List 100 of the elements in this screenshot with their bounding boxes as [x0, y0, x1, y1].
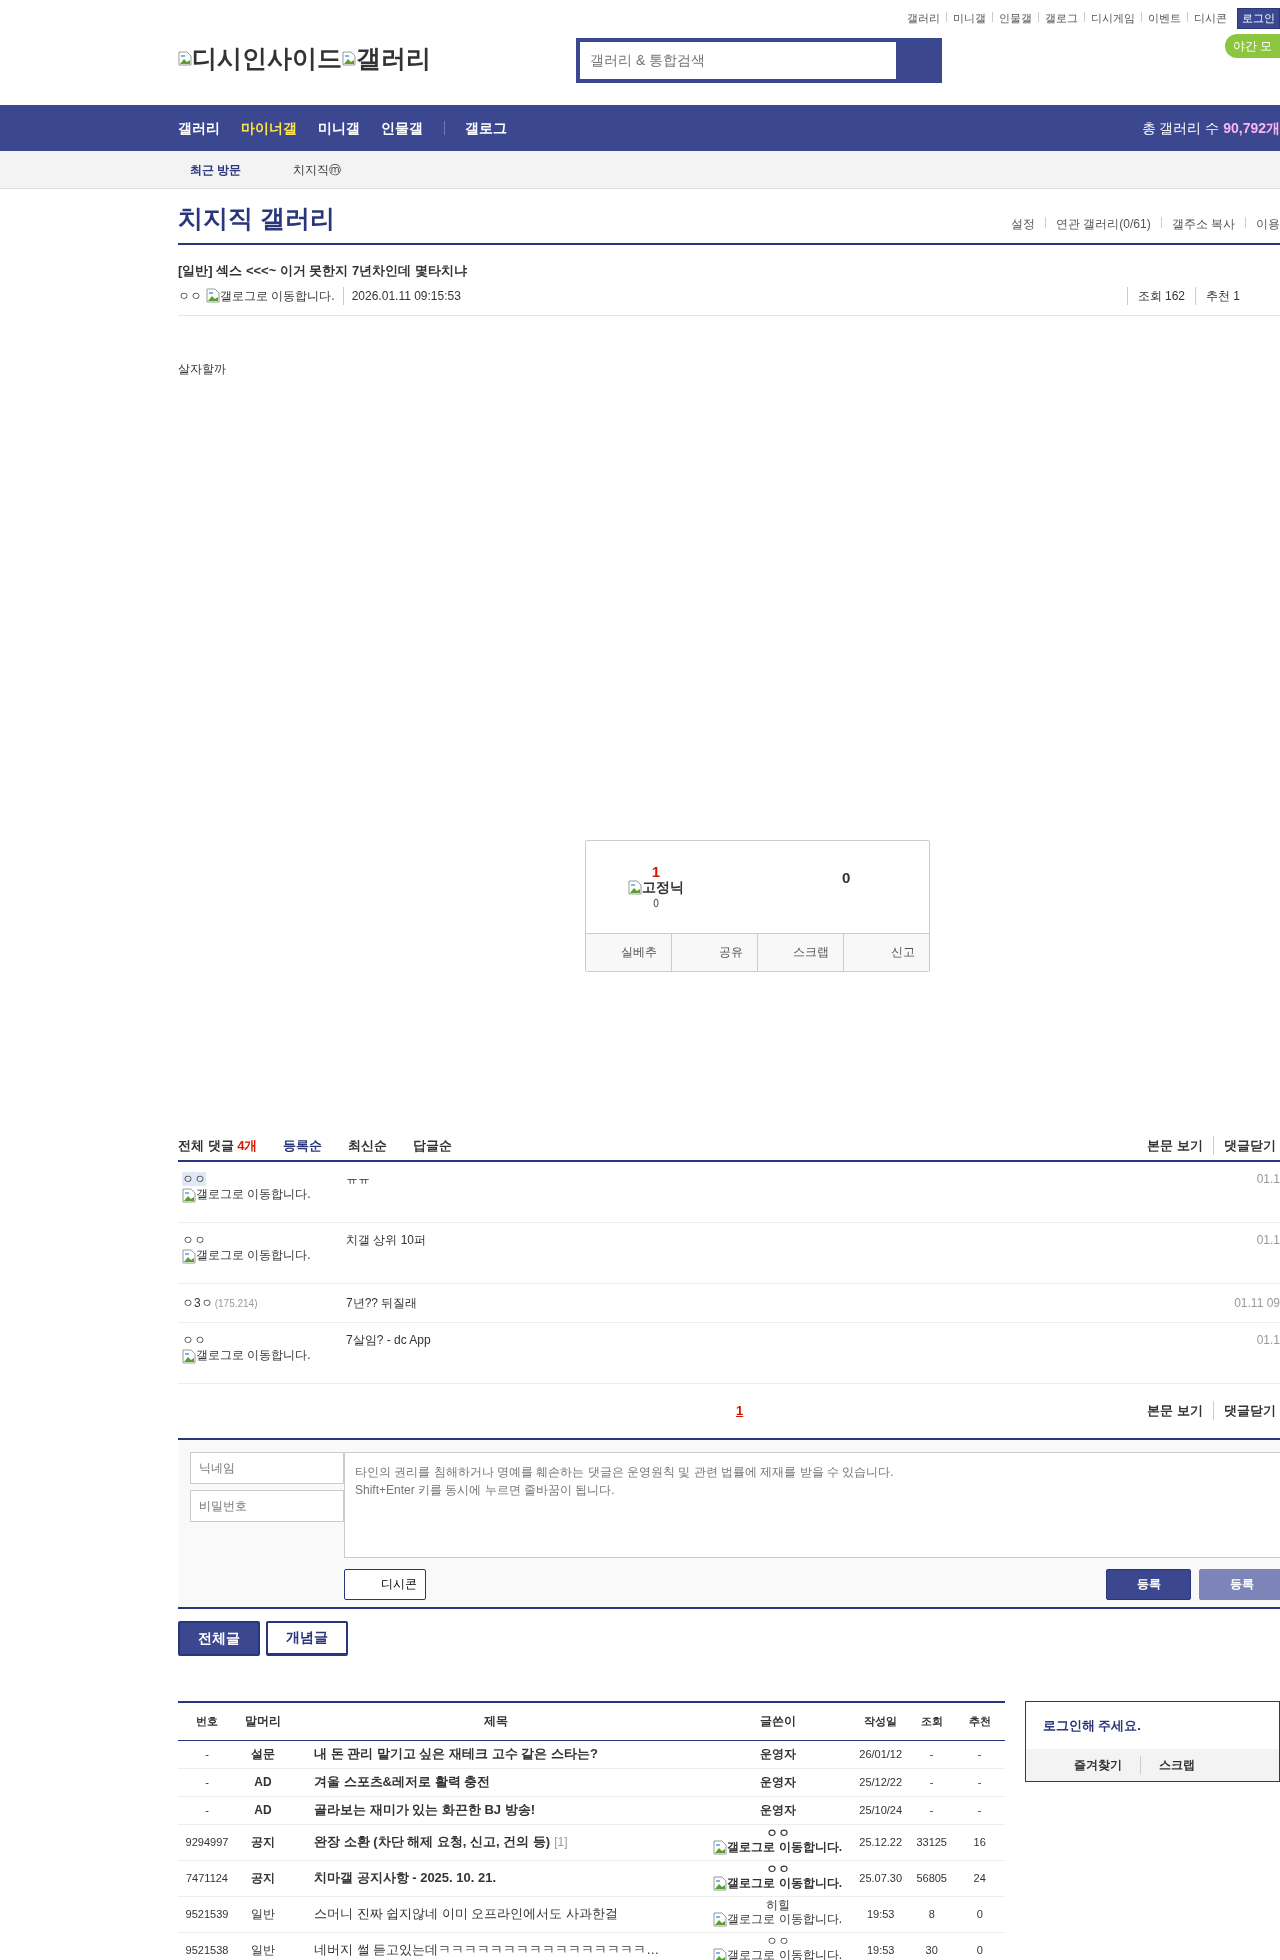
top-link[interactable]: 갤러리 [907, 12, 940, 24]
nav-link[interactable]: 갤로그 [465, 117, 507, 139]
fixed-nick-label[interactable]: 고정닉 [642, 880, 684, 896]
sort-tab[interactable]: 최신순 [348, 1135, 388, 1156]
post-body: 살자할까 [178, 360, 227, 378]
post-subject: AD [253, 1774, 273, 1791]
logo-text[interactable]: 디시인사이드 [192, 40, 342, 78]
post-recommends: 16 [972, 1834, 987, 1850]
broken-image-icon [713, 1911, 728, 1927]
login-prompt: 로그인해 주세요. [1042, 1717, 1141, 1733]
sidebar-link[interactable]: 스크랩 [1139, 1755, 1195, 1774]
post-title-link[interactable]: 내 돈 관리 맡기고 싶은 재테크 고수 같은 스타는? [314, 1746, 598, 1762]
top-link[interactable]: 미니갤 [953, 12, 986, 24]
gallery-logo-text[interactable]: 갤러리 [356, 40, 431, 78]
search-field[interactable]: 갤러리 & 통합검색 [576, 38, 942, 83]
top-link[interactable]: 인물갤 [999, 12, 1032, 24]
comment-view-link[interactable]: 본문 보기 [1147, 1400, 1203, 1421]
gallog-link[interactable]: 갤로그로 이동합니다. [727, 1876, 842, 1890]
gallog-link[interactable]: 갤로그로 이동합니다. [196, 1248, 311, 1261]
post-number: 9521538 [184, 1942, 230, 1958]
post-title-link[interactable]: 완장 소환 (차단 해제 요청, 신고, 건의 등) [314, 1834, 551, 1850]
comment-text: 7년?? 뒤질래 [346, 1294, 418, 1312]
column-header: 작성일 [863, 1713, 899, 1729]
nav-link[interactable]: 미니갤 [318, 117, 360, 139]
post-date: 26/01/12 [858, 1746, 904, 1762]
top-link[interactable]: 갤로그 [1045, 12, 1078, 24]
post-title-link[interactable]: 스머니 진짜 쉽지않네 이미 오프라인에서도 사과한걸 [314, 1906, 619, 1922]
post-writer[interactable]: 히힐 [702, 1898, 853, 1912]
nav-link[interactable]: 갤러리 [178, 117, 220, 139]
post-writer[interactable]: ㅇㅇ [702, 1826, 853, 1840]
column-header: 제목 [483, 1713, 510, 1730]
gallery-menu-link[interactable]: 연관 갤러리(0/61) [1055, 217, 1151, 231]
post-date: 19:53 [865, 1942, 896, 1958]
column-header: 말머리 [244, 1713, 282, 1730]
gallog-link[interactable]: 갤로그로 이동합니다. [196, 1348, 311, 1361]
gallog-link[interactable]: 갤로그로 이동합니다. [727, 1912, 842, 1926]
fixed-nick-count: 0 [652, 898, 660, 910]
gallery-menu-link[interactable]: 설정 [1010, 217, 1035, 231]
gallery-menu-link[interactable]: 이용 [1256, 217, 1280, 231]
submit-button[interactable]: 등록 [1106, 1568, 1191, 1600]
comment-view-link[interactable]: 댓글닫기 [1213, 1400, 1276, 1421]
sort-tab[interactable]: 답글순 [413, 1135, 453, 1156]
post-writer[interactable]: 운영자 [702, 1803, 853, 1817]
recommend-action-button[interactable]: 공유 [672, 933, 758, 971]
comment-text: ㅠㅠ [346, 1170, 370, 1188]
post-writer[interactable]: ㅇㅇ [702, 1934, 853, 1948]
comment-author[interactable]: ㅇㅇ [182, 1232, 206, 1247]
post-views: 8 [927, 1906, 936, 1922]
login-button[interactable]: 로그인 [1237, 8, 1280, 29]
gallog-link[interactable]: 갤로그로 이동합니다. [727, 1840, 842, 1854]
post-author[interactable]: ㅇㅇ [178, 286, 202, 305]
broken-image-icon [713, 1947, 728, 1960]
comment-view-link[interactable]: 댓글닫기 [1213, 1135, 1276, 1156]
recommend-action-button[interactable]: 스크랩 [758, 933, 844, 971]
top-link[interactable]: 디시콘 [1194, 12, 1227, 24]
comment-author[interactable]: ㅇㅇ [182, 1171, 206, 1186]
gallog-link[interactable]: 갤로그로 이동합니다. [196, 1187, 311, 1200]
post-writer[interactable]: 운영자 [702, 1775, 853, 1789]
broken-image-icon [628, 880, 642, 896]
gallery-menu-link[interactable]: 갤주소 복사 [1171, 217, 1235, 231]
top-link[interactable]: 디시게임 [1091, 12, 1135, 24]
nav-link[interactable]: 마이너갤 [241, 117, 297, 139]
sidebar-link[interactable]: 즐겨찾기 [1073, 1755, 1122, 1774]
dccon-button[interactable]: 디시콘 [344, 1568, 426, 1600]
comment-total: 전체 댓글 4개 [178, 1136, 258, 1155]
comment-author[interactable]: ㅇ3ㅇ [182, 1295, 213, 1310]
recommend-action-button[interactable]: 실베추 [586, 933, 672, 971]
post-views: - [928, 1802, 935, 1818]
top-link[interactable]: 이벤트 [1148, 12, 1181, 24]
recommend-action-button[interactable]: 신고 [844, 933, 929, 971]
post-recommends: - [976, 1802, 983, 1818]
post-title-link[interactable]: 골라보는 재미가 있는 화끈한 BJ 방송! [314, 1802, 535, 1818]
recent-gallery-link[interactable]: 치지직ⓜ [293, 160, 342, 179]
gallery-count: 총 갤러리 수 90,792개 [1141, 118, 1280, 138]
recent-visit-label: 최근 방문 [190, 161, 242, 179]
post-title-link[interactable]: 겨울 스포츠&레저로 활력 충전 [314, 1774, 491, 1790]
post-recommends: 24 [972, 1870, 987, 1886]
sort-tab[interactable]: 등록순 [283, 1135, 323, 1156]
gallog-link[interactable]: 갤로그로 이동합니다. [727, 1948, 842, 1960]
post-date: 25/12/22 [858, 1774, 904, 1790]
post-date: 25/10/24 [858, 1802, 904, 1818]
post-writer[interactable]: ㅇㅇ [702, 1862, 853, 1876]
post-date: 2026.01.11 09:15:53 [342, 286, 461, 305]
nav-link[interactable]: 인물갤 [381, 117, 423, 139]
list-tab[interactable]: 전체글 [178, 1620, 260, 1656]
column-header: 번호 [195, 1713, 219, 1729]
post-writer[interactable]: 운영자 [702, 1747, 853, 1761]
password-field[interactable]: 비밀번호 [190, 1489, 344, 1522]
list-tab[interactable]: 개념글 [266, 1620, 348, 1656]
post-date: 19:53 [865, 1906, 896, 1922]
comment-view-link[interactable]: 본문 보기 [1147, 1135, 1203, 1156]
post-title-link[interactable]: 네버지 썰 듣고있는데ㅋㅋㅋㅋㅋㅋㅋㅋㅋㅋㅋㅋㅋㅋㅋㅋ… [314, 1942, 660, 1958]
post-title-link[interactable]: 치마갤 공지사항 - 2025. 10. 21. [314, 1870, 497, 1886]
page-link[interactable]: 1 [736, 1400, 744, 1421]
post-recommends: 추천 1 [1195, 286, 1250, 305]
post-views: 33125 [915, 1834, 948, 1850]
nickname-field[interactable]: 닉네임 [190, 1451, 344, 1484]
comment-author[interactable]: ㅇㅇ [182, 1332, 206, 1347]
gallog-link[interactable]: 갤로그로 이동합니다. [220, 286, 335, 305]
comment-field[interactable]: 타인의 권리를 침해하거나 명예를 훼손하는 댓글은 운영원칙 및 관련 법률에 제재를 받을 수 있습니다. Shift+Enter 키를 동시에 누르면 줄바꿈이 됩니다. [344, 1451, 1280, 1558]
